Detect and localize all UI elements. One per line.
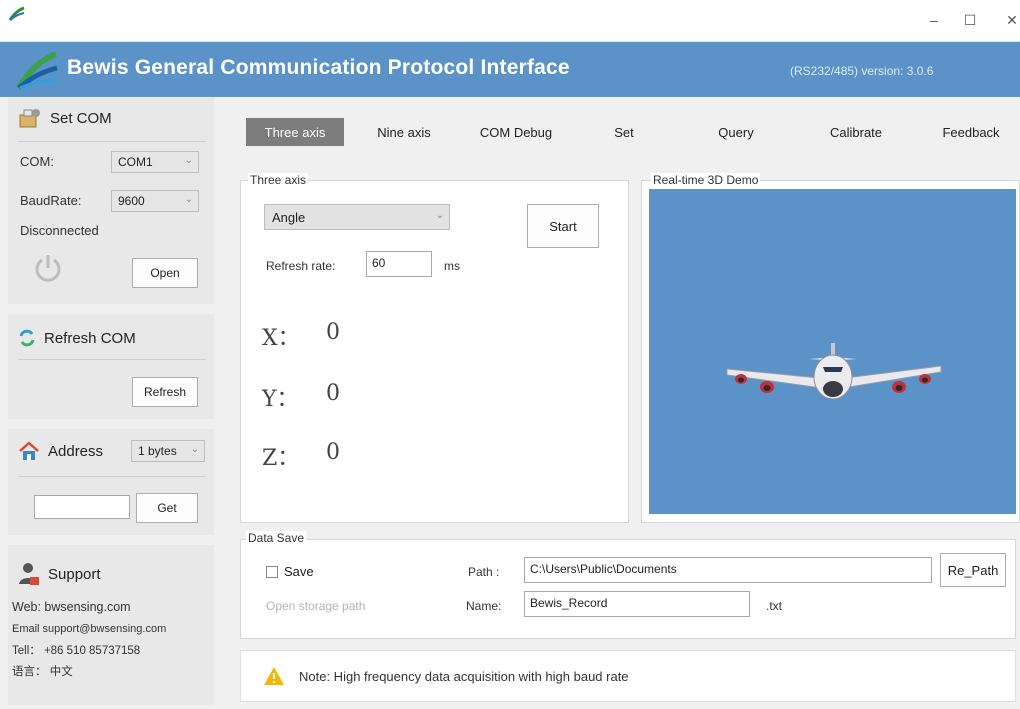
com-select[interactable]: COM1 ⌄ <box>111 151 199 173</box>
demo-group-title: Real-time 3D Demo <box>651 173 761 187</box>
maximize-button[interactable]: ☐ <box>960 12 980 29</box>
demo-viewport <box>649 189 1016 514</box>
set-com-title: Set COM <box>50 109 112 127</box>
divider <box>18 359 206 360</box>
power-icon <box>35 255 61 282</box>
address-bytes-select[interactable]: 1 bytes ⌄ <box>131 440 205 462</box>
refresh-com-header: Refresh COM <box>18 329 136 347</box>
z-axis-label: Z： <box>262 446 300 471</box>
mode-select[interactable]: Angle ⌄ <box>264 204 450 230</box>
sidebar: Set COM COM: COM1 ⌄ BaudRate: 9600 ⌄ Dis… <box>0 97 222 709</box>
start-button[interactable]: Start <box>527 204 599 248</box>
support-web: Web: bwsensing.com <box>12 600 131 614</box>
note-text: Note: High frequency data acquisition wi… <box>299 669 629 684</box>
set-com-header: Set COM <box>18 107 112 129</box>
refresh-com-panel: Refresh COM Refresh <box>8 314 214 419</box>
x-axis-label: X： <box>262 326 300 351</box>
support-header: Support <box>18 562 101 586</box>
app-title: Bewis General Communication Protocol Int… <box>67 56 570 79</box>
baudrate-label: BaudRate: <box>20 193 82 208</box>
chevron-down-icon: ⌄ <box>184 155 193 166</box>
app-logo-icon <box>8 6 25 21</box>
save-checkbox-row[interactable]: Save <box>266 564 314 579</box>
tab-feedback[interactable]: Feedback <box>932 118 1010 146</box>
open-storage-path-link[interactable]: Open storage path <box>266 599 365 613</box>
x-axis-value: 0 <box>326 320 340 345</box>
divider <box>18 476 206 477</box>
data-save-group <box>240 539 1016 639</box>
tab-com-debug[interactable]: COM Debug <box>468 118 564 146</box>
com-label: COM: <box>20 154 54 169</box>
support-tel: Tell： +86 510 85737158 <box>12 645 141 657</box>
tab-set[interactable]: Set <box>604 118 644 146</box>
divider <box>18 141 206 142</box>
path-input[interactable]: C:\Users\Public\Documents <box>524 557 932 583</box>
re-path-button[interactable]: Re_Path <box>940 553 1006 587</box>
name-input[interactable]: Bewis_Record <box>524 591 750 617</box>
refresh-rate-unit: ms <box>444 259 460 273</box>
refresh-com-title: Refresh COM <box>44 329 136 347</box>
chevron-down-icon: ⌄ <box>190 444 199 455</box>
mode-select-value: Angle <box>272 210 306 225</box>
address-bytes-value: 1 bytes <box>138 444 177 458</box>
tab-query[interactable]: Query <box>708 118 764 146</box>
refresh-button[interactable]: Refresh <box>132 377 198 407</box>
note-bar: Note: High frequency data acquisition wi… <box>240 650 1016 702</box>
name-label: Name: <box>466 599 502 613</box>
z-axis-value: 0 <box>326 440 340 465</box>
header-banner: Bewis General Communication Protocol Int… <box>0 42 1020 97</box>
tab-three-axis[interactable]: Three axis <box>246 118 344 146</box>
data-save-group-title: Data Save <box>246 531 307 545</box>
baudrate-select[interactable]: 9600 ⌄ <box>111 190 199 212</box>
save-checkbox-label: Save <box>284 564 314 579</box>
com-select-value: COM1 <box>118 155 153 169</box>
support-panel: Support Web: bwsensing.com Email support… <box>8 545 214 705</box>
chevron-down-icon: ⌄ <box>184 194 193 205</box>
airplane-model-icon <box>726 343 942 400</box>
y-axis-value: 0 <box>326 381 340 406</box>
get-button[interactable]: Get <box>136 493 198 523</box>
open-button[interactable]: Open <box>132 258 198 288</box>
connection-status: Disconnected <box>20 223 99 238</box>
close-button[interactable]: ✕ <box>1002 12 1020 29</box>
bewis-logo-icon <box>16 51 59 90</box>
version-label: (RS232/485) version: 3.0.6 <box>790 64 934 78</box>
address-panel: Address 1 bytes ⌄ Get <box>8 429 214 535</box>
baudrate-select-value: 9600 <box>118 194 145 208</box>
address-header: Address <box>18 441 103 461</box>
file-extension-label: .txt <box>766 599 783 613</box>
language-switch[interactable]: 语言： 中文 <box>12 663 73 679</box>
warning-icon <box>264 667 284 685</box>
support-email: Email support@bwsensing.com <box>12 623 167 635</box>
window-title-bar: – ☐ ✕ <box>0 0 1020 42</box>
y-axis-label: Y： <box>262 387 299 412</box>
three-axis-group-title: Three axis <box>248 173 309 187</box>
tab-calibrate[interactable]: Calibrate <box>818 118 894 146</box>
minimize-button[interactable]: – <box>924 12 944 28</box>
support-person-icon <box>19 563 39 585</box>
address-input[interactable] <box>34 495 130 519</box>
refresh-rate-label: Refresh rate: <box>266 259 336 273</box>
support-title: Support <box>48 565 101 583</box>
refresh-rate-input[interactable]: 60 <box>366 251 432 277</box>
address-title: Address <box>48 442 104 460</box>
refresh-icon <box>19 329 35 347</box>
home-icon <box>19 441 39 460</box>
tab-bar: Three axis Nine axis COM Debug Set Query… <box>232 108 1016 154</box>
path-label: Path : <box>468 565 500 579</box>
chevron-down-icon: ⌄ <box>435 210 444 221</box>
tab-nine-axis[interactable]: Nine axis <box>364 118 444 146</box>
save-checkbox[interactable] <box>266 565 278 578</box>
set-com-icon <box>19 109 40 128</box>
set-com-panel: Set COM COM: COM1 ⌄ BaudRate: 9600 ⌄ Dis… <box>8 97 214 304</box>
